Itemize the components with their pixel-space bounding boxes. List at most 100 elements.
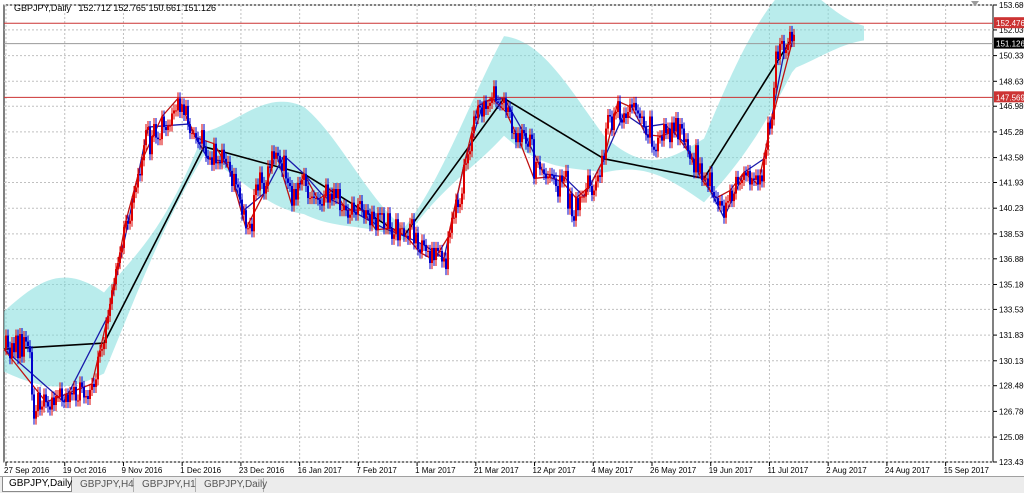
y-tick-label: 128.480 [999, 382, 1024, 391]
x-tick-label: 1 Dec 2016 [180, 466, 221, 475]
candle-body [397, 219, 399, 241]
h-line-label: 152.476 [996, 19, 1024, 28]
tab-gbpjpy-daily-2[interactable]: GBPJPY,Daily [198, 478, 267, 492]
candle-body [635, 102, 637, 111]
x-tick-label: 21 Mar 2017 [474, 466, 519, 475]
candle-body [719, 201, 721, 206]
tab-gbpjpy-h4[interactable]: GBPJPY,H4 [74, 478, 134, 492]
candle-body [573, 216, 575, 221]
candle-body [217, 161, 219, 164]
candle-body [35, 411, 37, 419]
candle-body [659, 136, 661, 138]
candle-body [543, 169, 545, 174]
candle-body [515, 133, 517, 143]
candle-body [53, 397, 55, 406]
candle-body [399, 228, 401, 241]
candle-body [489, 102, 491, 106]
candle-body [347, 210, 349, 218]
candle-body [589, 175, 591, 186]
candle-body [417, 232, 419, 250]
candle-body [461, 193, 463, 205]
candle-body [763, 158, 765, 182]
candle-body [167, 125, 169, 131]
candle-body [475, 116, 477, 119]
tab-gbpjpy-daily[interactable]: GBPJPY,Daily [2, 477, 72, 492]
candle-body [519, 133, 521, 143]
y-tick-label: 138.530 [999, 230, 1024, 239]
candle-body [537, 161, 539, 163]
candle-body [729, 190, 731, 202]
candle-body [407, 235, 409, 239]
candle-body [745, 172, 747, 176]
candle-body [251, 223, 253, 232]
y-tick-label: 125.080 [999, 433, 1024, 442]
candle-body [21, 334, 23, 357]
price-axis: 153.680152.030150.330148.630146.980145.2… [993, 1, 1024, 467]
candle-body [259, 172, 261, 191]
candle-body [583, 196, 585, 198]
h-line-label: 151.126 [996, 40, 1024, 49]
price-chart[interactable]: 153.680152.030150.330148.630146.980145.2… [0, 0, 1024, 476]
candle-body [761, 175, 763, 182]
chart-ohlc: 152.712 152.765 150.661 151.126 [78, 3, 216, 13]
candle-body [271, 151, 273, 168]
candle-body [371, 211, 373, 226]
candle-body [445, 258, 447, 270]
candle-body [599, 175, 601, 177]
candle-body [749, 170, 751, 185]
chart-canvas[interactable]: 153.680152.030150.330148.630146.980145.2… [0, 0, 1024, 476]
candle-body [31, 352, 33, 395]
candle-body [683, 128, 685, 143]
candle-body [743, 172, 745, 180]
candle-body [59, 388, 61, 396]
candle-body [47, 402, 49, 407]
candle-body [187, 105, 189, 125]
candle-body [23, 337, 25, 357]
ma-fast-line [3, 34, 795, 403]
candle-body [703, 178, 705, 180]
candle-body [757, 175, 759, 185]
candle-body [205, 146, 207, 156]
candle-body [595, 181, 597, 191]
candle-body [289, 182, 291, 186]
candle-body [185, 105, 187, 115]
tab-gbpjpy-h1[interactable]: GBPJPY,H1 [136, 478, 196, 492]
candle-body [527, 143, 529, 147]
candle-body [17, 335, 19, 359]
candle-body [653, 146, 655, 150]
candle-body [99, 350, 101, 357]
y-tick-label: 133.530 [999, 305, 1024, 314]
candle-body [111, 290, 113, 304]
candle-body [13, 343, 15, 353]
candle-body [419, 249, 421, 253]
candle-body [671, 122, 673, 143]
candle-body [713, 192, 715, 197]
candle-body [175, 110, 177, 112]
candle-body [503, 98, 505, 103]
candle-body [785, 50, 787, 54]
candle-body [101, 349, 103, 351]
candle-body [155, 124, 157, 138]
candle-body [405, 235, 407, 237]
candle-body [439, 250, 441, 252]
candle-body [733, 193, 735, 202]
candle-body [333, 189, 335, 200]
candle-body [607, 114, 609, 129]
candle-body [249, 223, 251, 229]
candle-body [535, 161, 537, 179]
candle-body [181, 104, 183, 112]
candle-body [369, 214, 371, 226]
candle-body [411, 219, 413, 224]
candle-body [109, 303, 111, 316]
candle-body [693, 158, 695, 173]
candle-body [725, 202, 727, 218]
candle-body [241, 199, 243, 215]
candle-body [523, 130, 525, 134]
candle-body [559, 175, 561, 197]
candle-body [643, 116, 645, 128]
candle-body [663, 124, 665, 141]
candle-body [287, 178, 289, 183]
candle-body [379, 213, 381, 215]
candle-body [699, 163, 701, 173]
x-tick-label: 15 Sep 2017 [944, 466, 990, 475]
